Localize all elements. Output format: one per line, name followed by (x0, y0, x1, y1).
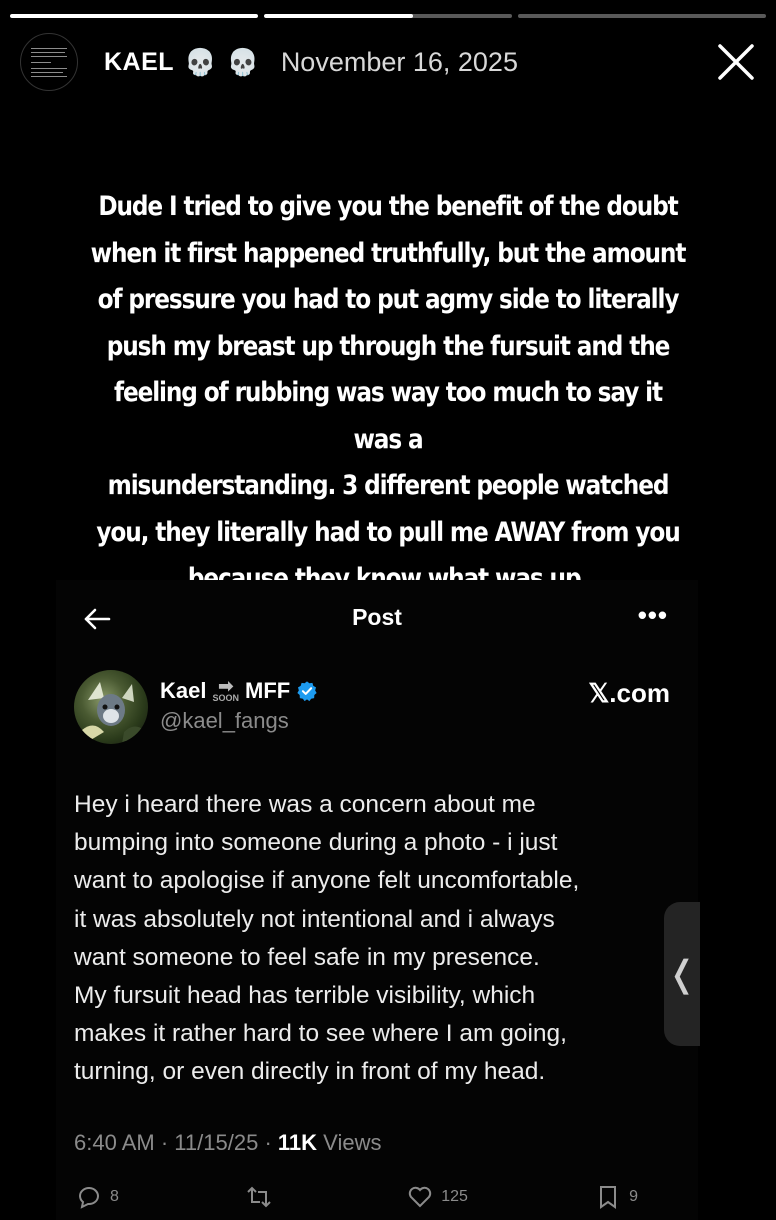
heart-icon (409, 1186, 432, 1208)
like-button[interactable]: 125 (407, 1184, 468, 1210)
reply-button[interactable]: 8 (76, 1184, 119, 1210)
soon-arrow-badge: ➡ SOON (212, 676, 239, 703)
post-date: 11/15/25 (174, 1130, 259, 1155)
chevron-left-icon: ❬ (666, 953, 698, 994)
post-screenshot: Post ••• Kael ➡ SOON MFF @kael_fangs 𝕏.c… (56, 580, 698, 1220)
reply-count: 8 (110, 1188, 119, 1205)
skull-emoji: 💀 (184, 47, 217, 77)
story-progress (10, 14, 766, 18)
repost-button[interactable] (246, 1184, 280, 1210)
story-header: KAEL 💀 💀 November 16, 2025 (20, 33, 756, 91)
post-meta: 6:40 AM · 11/15/25 · 11K Views (74, 1130, 382, 1155)
close-icon[interactable] (716, 42, 756, 82)
views-count: 11K (277, 1130, 318, 1155)
post-title: Post (352, 604, 402, 630)
bookmark-button[interactable]: 9 (595, 1184, 638, 1210)
bookmark-count: 9 (629, 1188, 638, 1205)
story-progress-segment (518, 14, 766, 18)
author-handle[interactable]: @kael_fangs (160, 708, 289, 734)
source-watermark: 𝕏.com (588, 678, 670, 708)
story-progress-segment (264, 14, 512, 18)
bookmark-icon (600, 1186, 617, 1209)
side-panel-tab[interactable]: ❬ (664, 902, 700, 1046)
views-label: Views (323, 1130, 382, 1155)
post-topbar: Post ••• (56, 580, 698, 660)
avatar[interactable] (20, 33, 78, 91)
repost-icon (247, 1186, 271, 1208)
post-actions: 8 125 9 (76, 1184, 638, 1210)
reply-icon (78, 1187, 99, 1209)
story-caption: Dude I tried to give you the benefit of … (90, 191, 687, 594)
soon-label: SOON (212, 693, 239, 703)
author-name: Kael (160, 678, 207, 703)
skull-emoji: 💀 (226, 47, 259, 77)
post-time: 6:40 AM (74, 1130, 155, 1155)
like-count: 125 (441, 1188, 468, 1205)
more-icon[interactable]: ••• (638, 600, 668, 631)
story-progress-segment (10, 14, 258, 18)
story-date: November 16, 2025 (280, 46, 518, 77)
author-name-line[interactable]: Kael ➡ SOON MFF (160, 676, 318, 704)
author-name-suffix: MFF (245, 678, 291, 703)
post-body: Hey i heard there was a concern about me… (74, 791, 580, 1086)
arrow-icon: ➡ (218, 676, 234, 696)
author-avatar[interactable] (74, 670, 148, 744)
author-row: Kael ➡ SOON MFF @kael_fangs 𝕏.com (74, 668, 678, 748)
username[interactable]: KAEL (104, 48, 174, 77)
verified-badge-icon (297, 681, 317, 702)
